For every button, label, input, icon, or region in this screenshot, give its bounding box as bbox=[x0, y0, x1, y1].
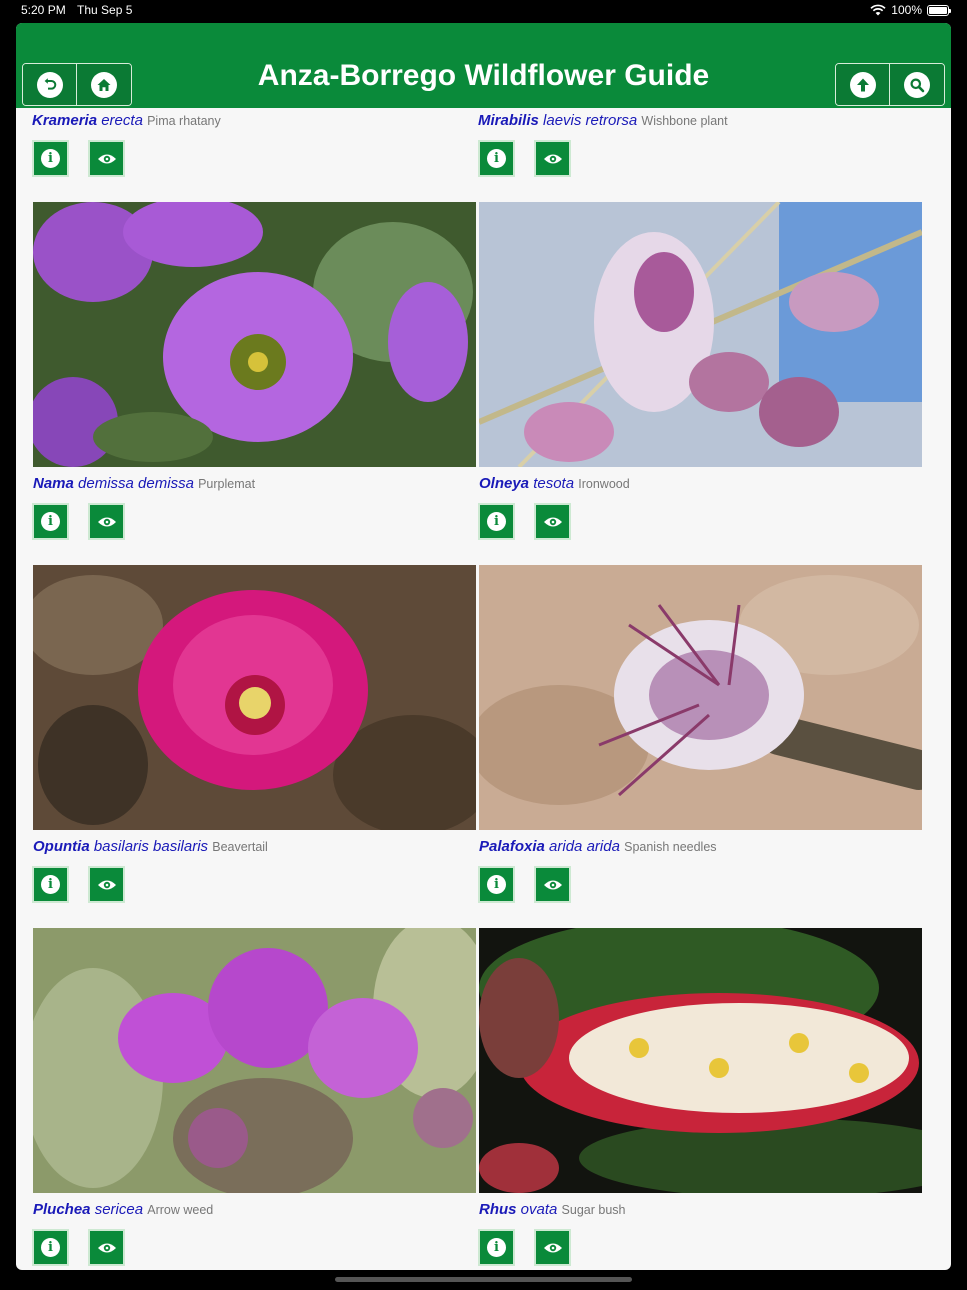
eye-icon bbox=[543, 880, 562, 889]
view-button[interactable] bbox=[88, 866, 125, 903]
species-photo[interactable] bbox=[33, 565, 476, 830]
eye-icon bbox=[543, 1243, 562, 1252]
species-name[interactable]: Rhus ovata Sugar bush bbox=[479, 1201, 625, 1218]
search-button[interactable] bbox=[890, 64, 944, 105]
app-header: Anza-Borrego Wildflower Guide bbox=[16, 23, 951, 108]
scroll-top-button[interactable] bbox=[836, 64, 890, 105]
species: erecta bbox=[101, 112, 143, 129]
common-name: Sugar bush bbox=[561, 1203, 626, 1217]
eye-icon bbox=[97, 517, 116, 526]
info-icon: i bbox=[41, 875, 60, 894]
species-name[interactable]: Pluchea sericea Arrow weed bbox=[33, 1201, 213, 1218]
info-button[interactable]: i bbox=[32, 140, 69, 177]
info-button[interactable]: i bbox=[478, 1229, 515, 1266]
right-nav-group bbox=[835, 63, 945, 106]
eye-icon bbox=[97, 154, 116, 163]
view-button[interactable] bbox=[534, 1229, 571, 1266]
eye-icon bbox=[543, 517, 562, 526]
species: tesota bbox=[533, 475, 575, 492]
genus: Opuntia bbox=[33, 838, 90, 855]
page-title: Anza-Borrego Wildflower Guide bbox=[257, 59, 710, 92]
species-photo[interactable] bbox=[479, 565, 922, 830]
genus: Nama bbox=[33, 475, 74, 492]
info-button[interactable]: i bbox=[32, 866, 69, 903]
info-icon: i bbox=[41, 512, 60, 531]
common-name: Beavertail bbox=[212, 840, 268, 854]
species-photo[interactable] bbox=[479, 928, 922, 1193]
info-icon: i bbox=[487, 512, 506, 531]
species: laevis retrorsa bbox=[543, 112, 638, 129]
eye-icon bbox=[97, 880, 116, 889]
info-button[interactable]: i bbox=[32, 1229, 69, 1266]
species-name[interactable]: Mirabilis laevis retrorsa Wishbone plant bbox=[478, 112, 728, 129]
species-name[interactable]: Olneya tesota Ironwood bbox=[479, 475, 630, 492]
genus: Palafoxia bbox=[479, 838, 545, 855]
common-name: Ironwood bbox=[578, 477, 630, 491]
genus: Mirabilis bbox=[478, 112, 539, 129]
species-name[interactable]: Opuntia basilaris basilaris Beavertail bbox=[33, 838, 268, 855]
eye-icon bbox=[543, 154, 562, 163]
species-name[interactable]: Palafoxia arida arida Spanish needles bbox=[479, 838, 717, 855]
info-button[interactable]: i bbox=[478, 866, 515, 903]
battery-icon bbox=[927, 4, 951, 16]
status-date: Thu Sep 5 bbox=[77, 3, 133, 17]
status-bar: 5:20 PM Thu Sep 5 100% bbox=[0, 0, 967, 22]
info-button[interactable]: i bbox=[32, 503, 69, 540]
species: arida arida bbox=[549, 838, 620, 855]
info-icon: i bbox=[41, 1238, 60, 1257]
arrow-up-icon bbox=[849, 71, 876, 98]
info-icon: i bbox=[487, 875, 506, 894]
species-photo[interactable] bbox=[33, 928, 476, 1193]
eye-icon bbox=[97, 1243, 116, 1252]
status-time: 5:20 PM bbox=[21, 3, 66, 17]
common-name: Wishbone plant bbox=[641, 114, 728, 128]
view-button[interactable] bbox=[534, 866, 571, 903]
genus: Rhus bbox=[479, 1201, 517, 1218]
view-button[interactable] bbox=[534, 503, 571, 540]
species-photo[interactable] bbox=[479, 202, 922, 467]
info-icon: i bbox=[41, 149, 60, 168]
battery-percent: 100% bbox=[891, 3, 922, 17]
wifi-icon bbox=[870, 4, 886, 16]
view-button[interactable] bbox=[88, 140, 125, 177]
common-name: Pima rhatany bbox=[147, 114, 221, 128]
search-icon bbox=[904, 71, 930, 98]
genus: Pluchea bbox=[33, 1201, 91, 1218]
species-photo[interactable] bbox=[33, 202, 476, 467]
species-name[interactable]: Krameria erecta Pima rhatany bbox=[32, 112, 221, 129]
app-window: Anza-Borrego Wildflower Guide Krameria e… bbox=[16, 23, 951, 1270]
genus: Olneya bbox=[479, 475, 530, 492]
common-name: Arrow weed bbox=[147, 1203, 214, 1217]
status-right: 100% bbox=[870, 3, 951, 17]
common-name: Purplemat bbox=[198, 477, 256, 491]
species: ovata bbox=[520, 1201, 558, 1218]
info-button[interactable]: i bbox=[478, 503, 515, 540]
info-icon: i bbox=[487, 1238, 506, 1257]
view-button[interactable] bbox=[88, 503, 125, 540]
view-button[interactable] bbox=[88, 1229, 125, 1266]
info-button[interactable]: i bbox=[478, 140, 515, 177]
species: sericea bbox=[94, 1201, 144, 1218]
species-name[interactable]: Nama demissa demissa Purplemat bbox=[33, 475, 255, 492]
genus: Krameria bbox=[32, 112, 98, 129]
info-icon: i bbox=[487, 149, 506, 168]
species: demissa demissa bbox=[78, 475, 194, 492]
home-indicator[interactable] bbox=[335, 1277, 632, 1282]
species: basilaris basilaris bbox=[93, 838, 209, 855]
common-name: Spanish needles bbox=[624, 840, 717, 854]
view-button[interactable] bbox=[534, 140, 571, 177]
